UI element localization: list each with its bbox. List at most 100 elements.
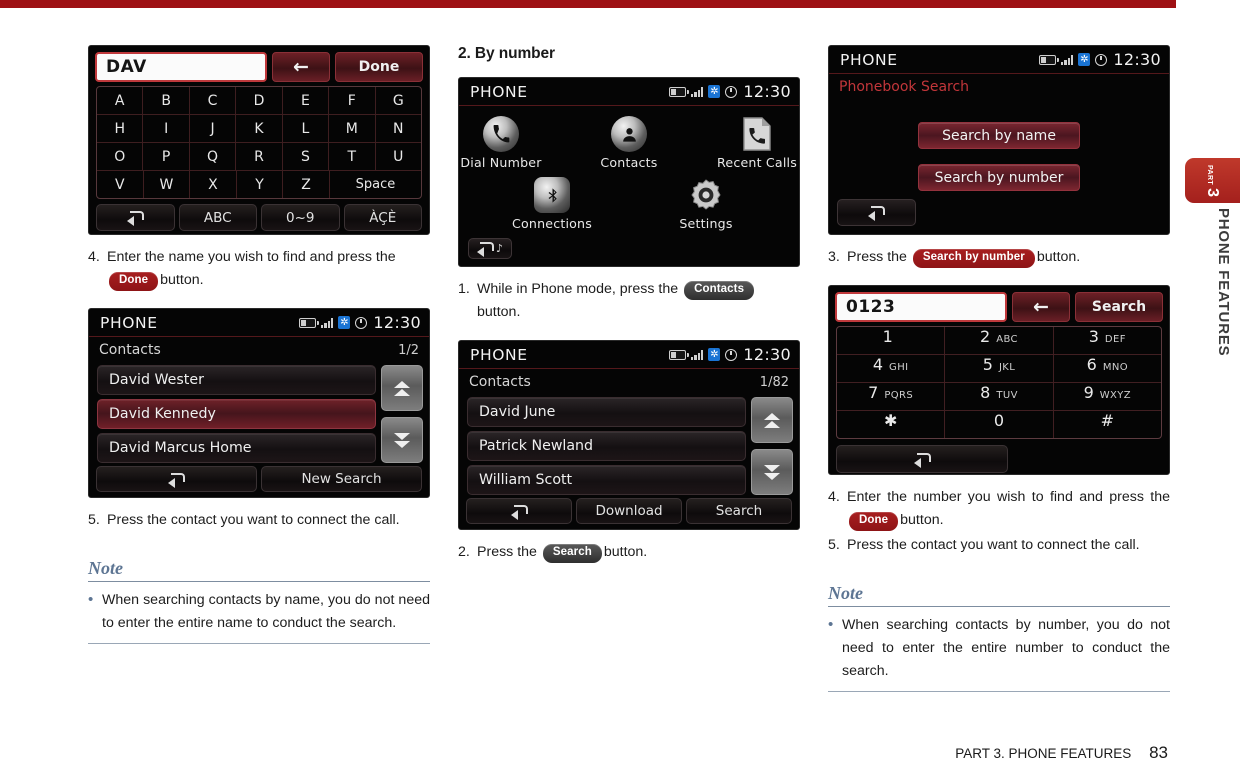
back-button[interactable] [837,199,916,226]
key-8[interactable]: 8 TUV [944,383,1052,410]
key-d[interactable]: D [235,87,281,114]
home-item-contacts[interactable]: Contacts [587,115,671,170]
key-6[interactable]: 6 MNO [1052,355,1161,382]
home-item-dial-number[interactable]: Dial Number [459,115,543,170]
search-by-number-button[interactable]: Search by number [918,164,1080,191]
key-digit: 2 [980,327,991,346]
mode-accent-button[interactable]: ÀÇÈ [343,204,422,231]
mode-numeric-button[interactable]: 0~9 [261,204,340,231]
key-v[interactable]: V [97,171,143,198]
list-item-selected[interactable]: David Kennedy [97,399,376,429]
key-p[interactable]: P [142,143,188,170]
key-digit: 8 [980,383,991,402]
key-j[interactable]: J [188,115,235,142]
key-q[interactable]: Q [188,143,235,170]
key-h[interactable]: H [97,115,142,142]
key-f[interactable]: F [328,87,374,114]
key-w[interactable]: W [142,171,190,198]
screen-number-keypad: 0123 ← Search 1 2 ABC 3 DEF 4 GHI 5 JKL … [828,285,1170,475]
note-item: • When searching contacts by name, you d… [88,589,430,635]
step-4-text-before: Enter the name you wish to find and pres… [107,249,396,265]
key-4[interactable]: 4 GHI [837,355,944,382]
list-item[interactable]: William Scott [467,465,746,495]
keypad-row: ✱ 0 # [837,410,1161,438]
key-r[interactable]: R [235,143,281,170]
key-g[interactable]: G [374,87,421,114]
list-item[interactable]: David June [467,397,746,427]
contact-list-area: David Wester David Kennedy David Marcus … [89,363,429,463]
badge-search: Search [542,544,602,563]
key-y[interactable]: Y [235,171,283,198]
key-x[interactable]: X [189,171,236,198]
recent-calls-icon [738,115,776,153]
key-9[interactable]: 9 WXYZ [1052,383,1161,410]
home-item-settings[interactable]: Settings [654,176,758,231]
back-to-media-button[interactable]: ♪ [468,238,512,259]
key-t[interactable]: T [328,143,374,170]
backspace-arrow-button[interactable]: ← [272,52,330,82]
bullet-icon: • [828,616,834,633]
back-button[interactable] [96,204,175,231]
battery-icon [669,349,689,360]
home-item-connections[interactable]: Connections [500,176,604,231]
key-a[interactable]: A [97,87,142,114]
search-button[interactable]: Search [686,498,792,524]
key-l[interactable]: L [281,115,328,142]
key-digit: # [1100,411,1115,430]
name-search-input[interactable]: DAV [95,52,267,82]
key-u[interactable]: U [374,143,421,170]
key-i[interactable]: I [142,115,188,142]
key-hash[interactable]: # [1052,411,1161,438]
screen-phone-home: PHONE ✲ 12:30 Dial Number Contacts Recen… [458,77,800,267]
page-number: 83 [1149,743,1168,762]
new-search-button[interactable]: New Search [261,466,422,492]
back-arrow-icon [868,206,885,221]
screen-title: PHONE [470,82,528,101]
mode-abc-button[interactable]: ABC [178,204,257,231]
key-s[interactable]: S [281,143,328,170]
key-0[interactable]: 0 [944,411,1052,438]
key-e[interactable]: E [281,87,328,114]
key-7[interactable]: 7 PQRS [837,383,944,410]
back-button[interactable] [466,498,572,524]
key-letters: ABC [996,334,1018,345]
list-item[interactable]: David Wester [97,365,376,395]
home-item-label: Recent Calls [717,155,797,170]
scroll-up-button[interactable] [751,397,793,443]
status-time: 12:30 [743,82,791,101]
column-middle: 2. By number PHONE ✲ 12:30 Dial Number C… [458,45,800,564]
note-heading: Note [88,558,123,578]
done-button[interactable]: Done [335,52,423,82]
backspace-arrow-button[interactable]: ← [1012,292,1070,322]
home-row-2: Connections Settings [459,176,799,231]
back-button[interactable] [96,466,257,492]
key-z[interactable]: Z [282,171,329,198]
number-search-input[interactable]: 0123 [835,292,1007,322]
list-item[interactable]: David Marcus Home [97,433,376,463]
note-bottom-divider [88,643,430,644]
keypad-row: 4 GHI 5 JKL 6 MNO [837,354,1161,382]
key-m[interactable]: M [328,115,374,142]
note-heading: Note [828,583,863,603]
home-item-recent-calls[interactable]: Recent Calls [715,115,799,170]
download-button[interactable]: Download [576,498,682,524]
step-2: 2. Press the Search button. [458,541,800,564]
back-button[interactable] [836,445,1008,473]
search-by-name-button[interactable]: Search by name [918,122,1080,149]
key-2[interactable]: 2 ABC [944,327,1052,354]
key-k[interactable]: K [235,115,281,142]
scroll-down-button[interactable] [751,449,793,495]
key-space[interactable]: Space [328,171,421,198]
key-asterisk[interactable]: ✱ [837,411,944,438]
scroll-up-button[interactable] [381,365,423,411]
key-5[interactable]: 5 JKL [944,355,1052,382]
key-b[interactable]: B [142,87,188,114]
key-1[interactable]: 1 [837,327,944,354]
key-3[interactable]: 3 DEF [1052,327,1161,354]
search-button[interactable]: Search [1075,292,1163,322]
key-c[interactable]: C [188,87,235,114]
scroll-down-button[interactable] [381,417,423,463]
list-item[interactable]: Patrick Newland [467,431,746,461]
key-o[interactable]: O [97,143,142,170]
key-n[interactable]: N [374,115,421,142]
